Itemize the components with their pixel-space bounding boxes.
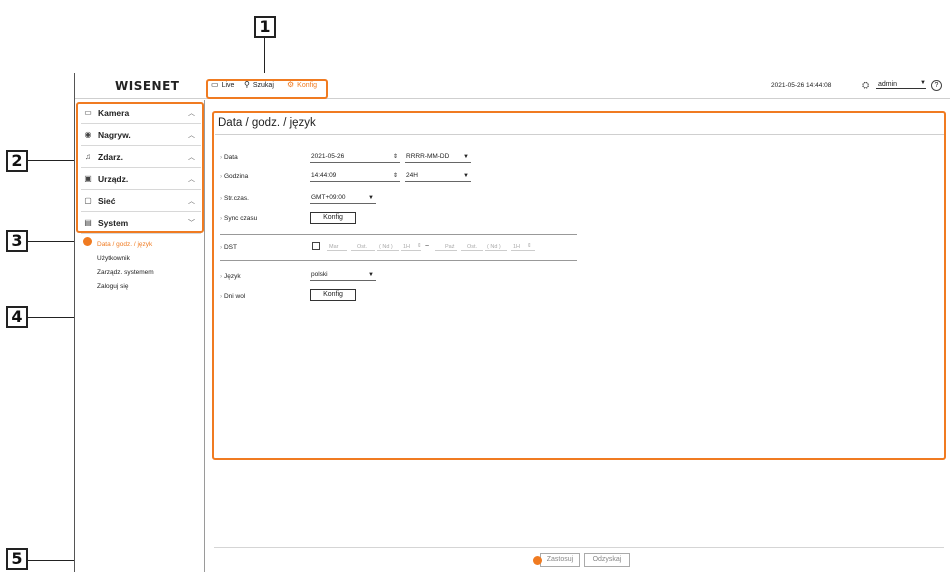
callout-4: 4: [6, 306, 28, 328]
apply-button[interactable]: Zastosuj: [540, 553, 580, 567]
callout-5: 5: [6, 548, 28, 570]
user-status-icon[interactable]: ⛭: [862, 80, 869, 91]
highlight-top-nav: [206, 79, 328, 99]
brand-logo: WISENET: [115, 79, 180, 93]
callout-1: 1: [254, 16, 276, 38]
submenu-item-datetime[interactable]: Data / godz. / język: [97, 241, 152, 248]
user-select[interactable]: admin ▼: [876, 80, 926, 89]
highlight-dot-submenu: [83, 237, 92, 246]
footer-divider: [214, 547, 944, 548]
submenu-item-log[interactable]: Zaloguj się: [97, 283, 128, 290]
callout-2-line: [28, 160, 78, 161]
highlight-main-panel: [212, 111, 946, 460]
highlight-sidebar-menu: [76, 102, 204, 233]
callout-2: 2: [6, 150, 28, 172]
current-datetime: 2021-05-26 14:44:08: [771, 82, 832, 89]
user-name: admin: [878, 81, 898, 88]
cancel-button[interactable]: Odzyskaj: [584, 553, 630, 567]
dropdown-arrow-icon: ▼: [920, 80, 926, 86]
highlight-dot-apply: [533, 556, 542, 565]
submenu-item-user[interactable]: Użytkownik: [97, 255, 130, 262]
help-icon[interactable]: ?: [931, 80, 942, 91]
submenu-item-system-mgmt[interactable]: Zarządz. systemem: [97, 269, 154, 276]
callout-3: 3: [6, 230, 28, 252]
